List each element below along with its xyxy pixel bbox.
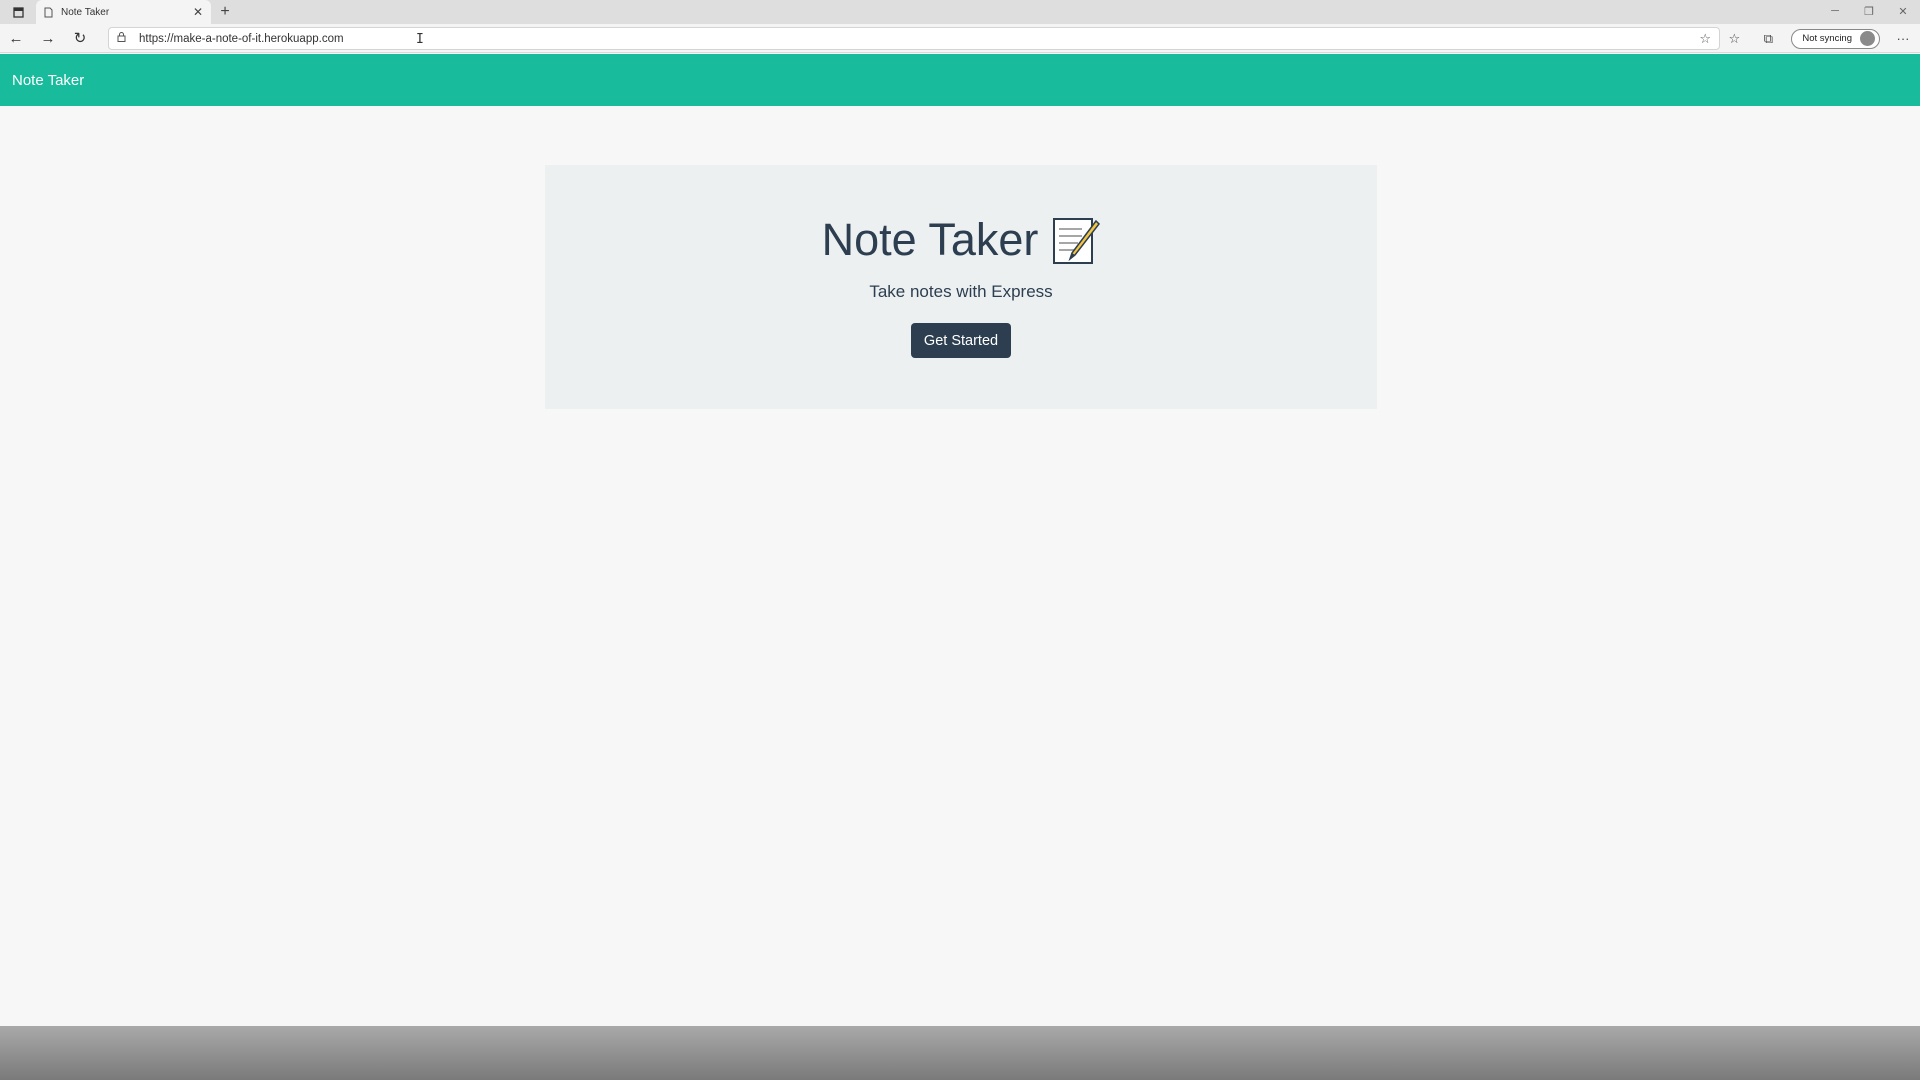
address-bar[interactable]: https://make-a-note-of-it.herokuapp.com …: [108, 27, 1720, 50]
page-title: Note Taker: [822, 214, 1101, 266]
more-menu-button[interactable]: ···: [1886, 24, 1920, 53]
tab-title: Note Taker: [61, 6, 110, 18]
bottom-overlay-bar: [0, 1026, 1920, 1080]
app-navbar: Note Taker: [0, 54, 1920, 106]
new-tab-button[interactable]: +: [211, 0, 239, 24]
memo-icon: [1053, 218, 1101, 264]
avatar: [1860, 31, 1875, 46]
window-controls: ─ ❐ ✕: [1818, 0, 1920, 22]
forward-button[interactable]: →: [32, 24, 64, 53]
url-text[interactable]: https://make-a-note-of-it.herokuapp.com: [139, 33, 1699, 45]
tab-actions-button[interactable]: [0, 0, 36, 24]
toolbar-right: ☆ ⧉ Not syncing ···: [1717, 24, 1920, 53]
profile-button[interactable]: Not syncing: [1791, 28, 1880, 49]
restore-icon[interactable]: ❐: [1852, 0, 1886, 22]
browser-tab-bar: Note Taker ✕ + ─ ❐ ✕: [0, 0, 1920, 24]
subtitle: Take notes with Express: [869, 282, 1053, 301]
collections-button[interactable]: ⧉: [1751, 24, 1785, 53]
back-arrow-icon: ←: [8, 29, 24, 47]
browser-tab[interactable]: Note Taker ✕: [36, 0, 211, 24]
close-window-icon[interactable]: ✕: [1886, 0, 1920, 22]
tab-close-icon[interactable]: ✕: [193, 5, 203, 19]
navbar-brand[interactable]: Note Taker: [12, 72, 84, 89]
jumbotron: Note Taker Take notes with Express Get S…: [545, 165, 1377, 409]
reload-button[interactable]: ↻: [64, 24, 96, 53]
browser-toolbar: ← → ↻ https://make-a-note-of-it.herokuap…: [0, 24, 1920, 53]
forward-arrow-icon: →: [40, 29, 56, 47]
back-button[interactable]: ←: [0, 24, 32, 53]
text-cursor-icon: I: [416, 32, 424, 47]
get-started-button[interactable]: Get Started: [910, 323, 1012, 358]
more-icon: ···: [1896, 31, 1910, 46]
lock-icon: [117, 32, 139, 45]
page-icon: [44, 7, 53, 17]
reload-icon: ↻: [73, 30, 87, 47]
favorite-star-icon[interactable]: ☆: [1699, 31, 1711, 47]
page-title-text: Note Taker: [821, 214, 1039, 265]
favorites-button[interactable]: ☆: [1717, 24, 1751, 53]
minimize-icon[interactable]: ─: [1818, 0, 1852, 22]
favorites-icon: ☆: [1728, 30, 1741, 46]
profile-label: Not syncing: [1802, 33, 1852, 44]
collections-icon: ⧉: [1763, 30, 1773, 46]
tab-actions-icon: [12, 6, 24, 18]
